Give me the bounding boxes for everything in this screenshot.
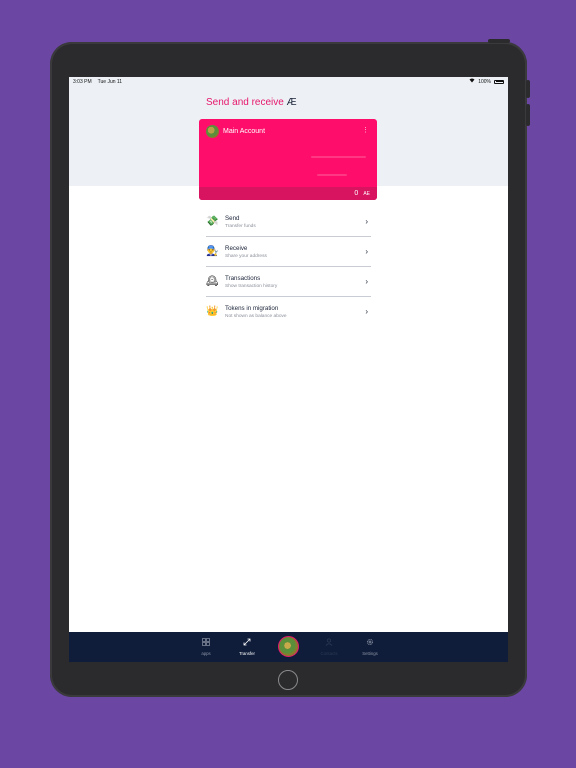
currency-symbol: Æ xyxy=(286,97,297,108)
menu-item-title: Transactions xyxy=(225,274,261,282)
chevron-right-icon: › xyxy=(365,217,368,226)
tab-settings[interactable]: Settings xyxy=(350,638,390,656)
menu-item-title: Tokens in migration xyxy=(225,305,279,312)
home-button[interactable] xyxy=(278,670,298,690)
wifi-icon xyxy=(469,78,475,85)
status-date: Tue Jun 11 xyxy=(97,78,123,85)
app-screen: 3:03 PM Tue Jun 11 100% Send and receive… xyxy=(69,77,508,662)
kebab-icon[interactable]: ⋮ xyxy=(362,126,369,134)
transfer-menu: 💸 Send Transfer funds › 👨‍🔧 Receive Shar… xyxy=(206,207,371,327)
page-title-text: Send and receive xyxy=(206,97,287,108)
money-wings-icon: 💸 xyxy=(206,215,219,227)
menu-item-receive[interactable]: 👨‍🔧 Receive Share your address › xyxy=(206,237,371,267)
status-time: 3:03 PM xyxy=(73,78,92,85)
menu-item-transactions[interactable]: 🕰 Transactions Show transaction history … xyxy=(206,267,371,297)
battery-percent: 100% xyxy=(478,78,491,85)
account-card[interactable]: Main Account ⋮ 0 AE xyxy=(199,119,377,200)
menu-item-title: Send xyxy=(225,214,240,222)
menu-item-send[interactable]: 💸 Send Transfer funds › xyxy=(206,207,371,237)
grid-icon xyxy=(202,638,210,649)
bottom-tab-bar: apps Transfer Contacts Settings xyxy=(69,632,508,662)
person-icon xyxy=(325,638,333,649)
menu-item-subtitle: Show transaction history xyxy=(225,283,278,289)
tab-label: apps xyxy=(201,651,211,656)
balance-unit: AE xyxy=(363,190,370,197)
mantel-clock-icon: 🕰 xyxy=(206,275,219,287)
side-button-1 xyxy=(526,80,530,98)
status-bar: 3:03 PM Tue Jun 11 100% xyxy=(69,77,508,86)
account-name: Main Account xyxy=(223,128,266,135)
account-avatar xyxy=(206,125,219,138)
volume-top-button xyxy=(488,39,510,43)
menu-item-title: Receive xyxy=(225,244,248,252)
tab-contacts[interactable]: Contacts xyxy=(309,638,349,656)
tab-apps[interactable]: apps xyxy=(186,638,226,656)
address-placeholder xyxy=(311,156,366,158)
chevron-right-icon: › xyxy=(365,277,368,286)
tab-transfer[interactable]: Transfer xyxy=(227,638,267,656)
menu-item-tokens-migration[interactable]: 👑 Tokens in migration Not shown as balan… xyxy=(206,297,371,327)
crown-icon: 👑 xyxy=(206,306,219,317)
side-button-2 xyxy=(526,104,530,126)
gear-icon xyxy=(366,638,374,649)
tab-label: Contacts xyxy=(320,651,338,656)
balance-value: 0 xyxy=(354,190,359,197)
transfer-arrows-icon xyxy=(243,638,251,649)
menu-item-subtitle: Not shown as balance above xyxy=(225,314,287,319)
menu-item-subtitle: Share your address xyxy=(225,253,267,259)
balance-bar: 0 AE xyxy=(199,187,377,200)
menu-item-subtitle: Transfer funds xyxy=(225,223,256,229)
address-placeholder xyxy=(317,174,347,176)
chevron-right-icon: › xyxy=(365,247,368,256)
chevron-right-icon: › xyxy=(365,307,368,316)
tab-label: Transfer xyxy=(239,651,255,656)
battery-icon xyxy=(494,79,504,84)
tab-label: Settings xyxy=(362,651,378,656)
account-avatar-button[interactable] xyxy=(278,636,299,657)
mechanic-icon: 👨‍🔧 xyxy=(206,245,219,257)
page-title: Send and receive Æ xyxy=(206,97,297,108)
